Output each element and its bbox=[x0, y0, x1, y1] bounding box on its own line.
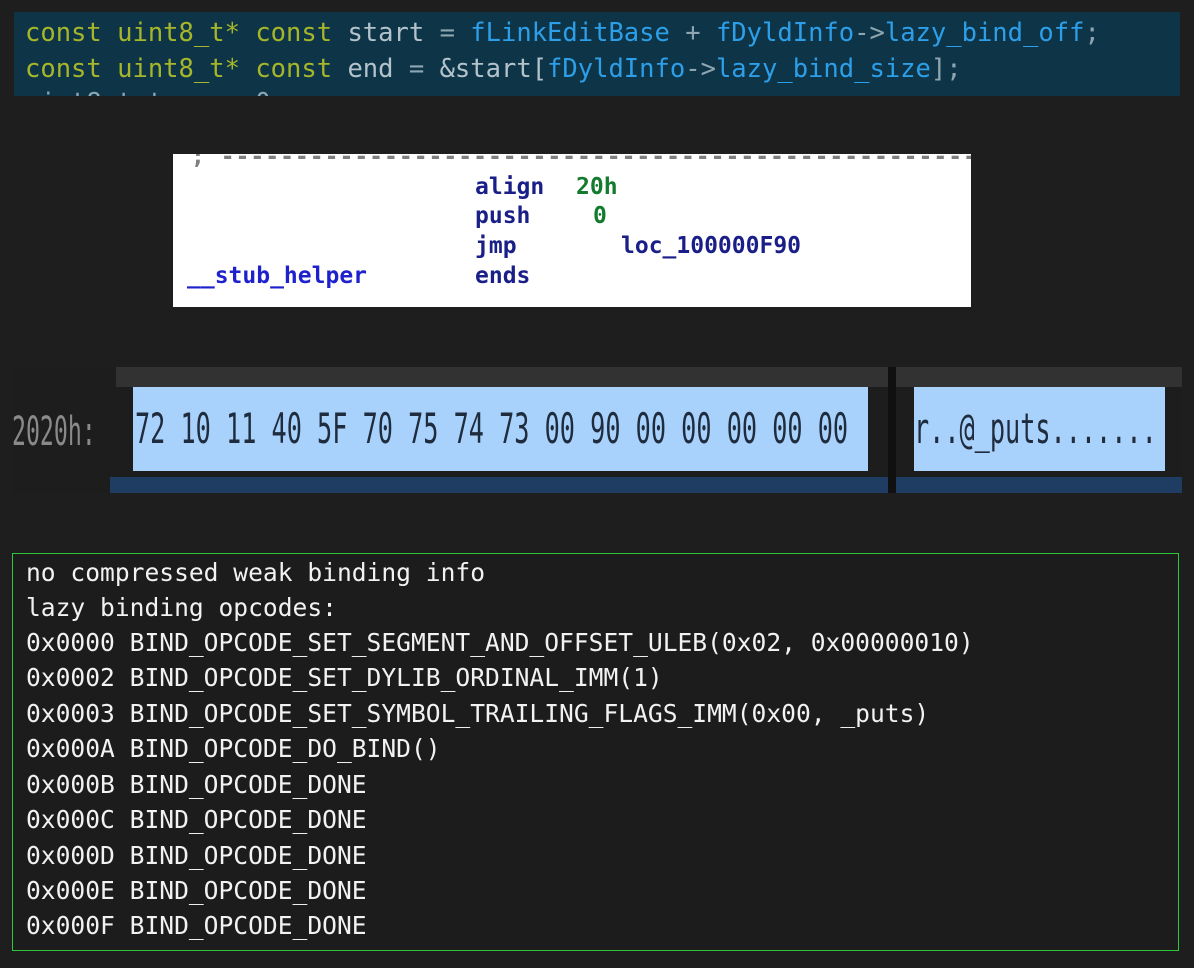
keyword: const bbox=[255, 18, 333, 48]
asm-row: __stub_helper ends bbox=[173, 263, 971, 293]
asm-row: push 0 bbox=[173, 203, 971, 233]
asm-mnemonic: push bbox=[475, 203, 531, 229]
terminal-line: 0x000A BIND_OPCODE_DO_BIND() bbox=[26, 734, 441, 763]
terminal-line: 0x0002 BIND_OPCODE_SET_DYLIB_ORDINAL_IMM… bbox=[26, 663, 663, 692]
operator: = bbox=[408, 54, 425, 84]
identifier: lazy_bind_size bbox=[715, 54, 931, 84]
code-line-partial: uint8_t type = 0; bbox=[25, 86, 286, 96]
identifier: fLinkEditBase bbox=[470, 18, 670, 48]
asm-row: align 20h bbox=[173, 174, 971, 204]
terminal-line: 0x000C BIND_OPCODE_DONE bbox=[26, 805, 367, 834]
code-line-end: const uint8_t* const end = &start[fDyldI… bbox=[25, 52, 962, 86]
separator-comment: ; --------------------------------------… bbox=[191, 154, 971, 170]
terminal-line: 0x000B BIND_OPCODE_DONE bbox=[26, 770, 367, 799]
type-name: uint8_t* bbox=[117, 18, 240, 48]
terminal-output-panel: no compressed weak binding info lazy bin… bbox=[12, 553, 1179, 951]
hex-column-divider bbox=[888, 367, 896, 493]
variable-name: start bbox=[347, 18, 425, 48]
terminal-line: 0x000D BIND_OPCODE_DONE bbox=[26, 841, 367, 870]
hex-row-above bbox=[116, 367, 1182, 387]
identifier: fDyldInfo bbox=[547, 54, 686, 84]
operator: -> bbox=[685, 54, 716, 84]
terminal-line: no compressed weak binding info bbox=[26, 558, 486, 587]
asm-operand: loc_100000F90 bbox=[621, 233, 802, 259]
variable-name: end bbox=[347, 54, 394, 84]
hex-ascii-selection[interactable]: r..@_puts....... bbox=[914, 387, 1165, 471]
operator: + bbox=[685, 18, 701, 48]
terminal-line: lazy binding opcodes: bbox=[26, 593, 337, 622]
operator: -> bbox=[854, 18, 885, 48]
asm-segment-label[interactable]: __stub_helper bbox=[187, 263, 367, 289]
source-code-panel: const uint8_t* const start = fLinkEditBa… bbox=[14, 12, 1180, 96]
hex-bytes-selection[interactable]: 72 10 11 40 5F 70 75 74 73 00 90 00 00 0… bbox=[133, 387, 868, 471]
keyword: const bbox=[25, 54, 102, 84]
code-line-start: const uint8_t* const start = fLinkEditBa… bbox=[25, 16, 1100, 50]
punctuation: ]; bbox=[930, 54, 962, 84]
address-expression: &start[ bbox=[439, 54, 548, 84]
asm-mnemonic: align bbox=[475, 174, 545, 200]
terminal-line: 0x000F BIND_OPCODE_DONE bbox=[26, 911, 367, 940]
terminal-line: 0x0000 BIND_OPCODE_SET_SEGMENT_AND_OFFSE… bbox=[26, 628, 974, 657]
operator: = bbox=[439, 18, 455, 48]
disassembly-panel: ; --------------------------------------… bbox=[173, 154, 971, 307]
asm-row: jmp loc_100000F90 bbox=[173, 233, 971, 263]
type-name: uint8_t* bbox=[117, 54, 240, 84]
punctuation: ; bbox=[1084, 18, 1100, 48]
hex-offset: 2020h: bbox=[12, 409, 96, 455]
keyword: const bbox=[25, 18, 102, 48]
identifier: fDyldInfo bbox=[715, 18, 855, 48]
asm-operand: 20h bbox=[576, 174, 618, 200]
terminal-line: 0x0003 BIND_OPCODE_SET_SYMBOL_TRAILING_F… bbox=[26, 699, 930, 728]
hex-editor-panel: 2020h: 72 10 11 40 5F 70 75 74 73 00 90 … bbox=[12, 367, 1182, 493]
hex-row-below bbox=[110, 477, 1182, 493]
hex-ascii: r..@_puts....... bbox=[914, 404, 1157, 453]
identifier: lazy_bind_off bbox=[884, 18, 1085, 48]
keyword: const bbox=[255, 54, 333, 84]
asm-operand: 0 bbox=[593, 203, 607, 229]
hex-bytes: 72 10 11 40 5F 70 75 74 73 00 90 00 00 0… bbox=[135, 404, 849, 453]
asm-mnemonic: ends bbox=[475, 263, 531, 289]
terminal-line: 0x000E BIND_OPCODE_DONE bbox=[26, 876, 367, 905]
asm-mnemonic: jmp bbox=[475, 233, 517, 259]
